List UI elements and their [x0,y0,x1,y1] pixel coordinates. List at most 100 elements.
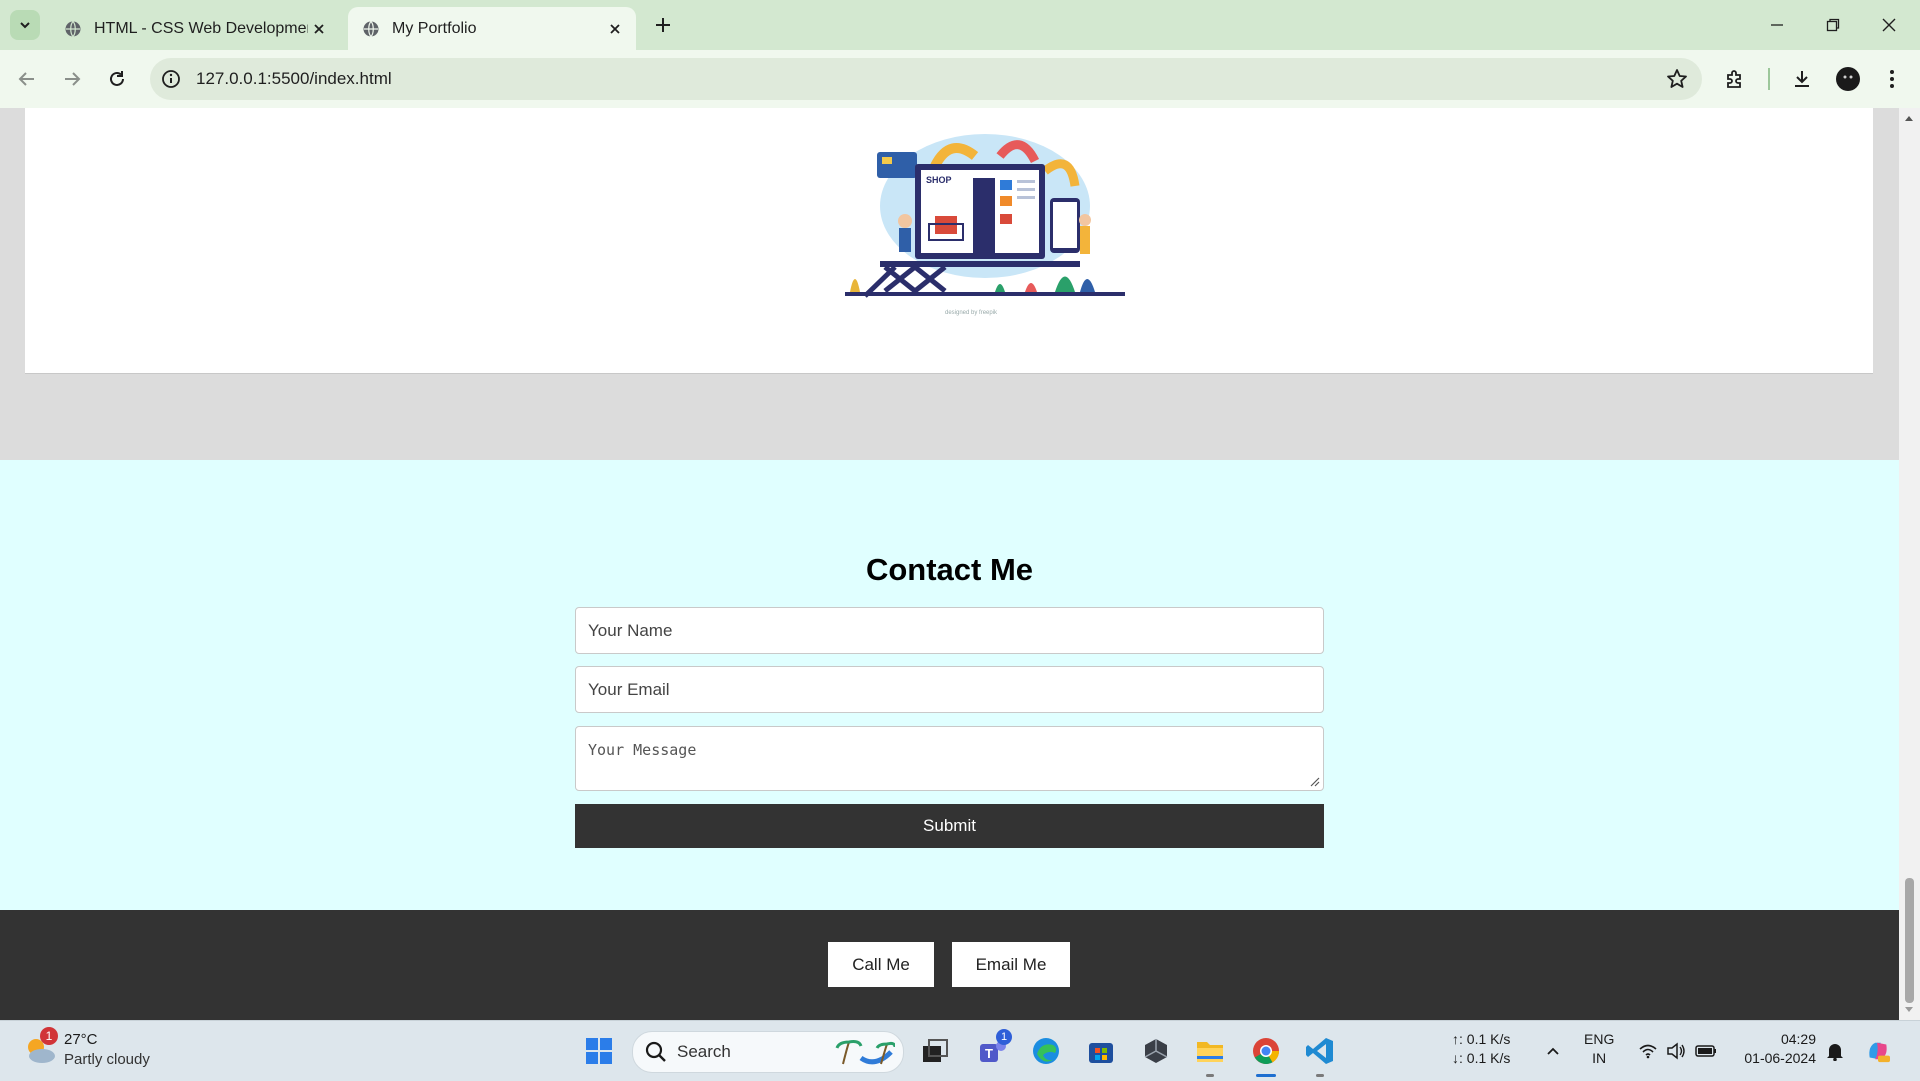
notifications-button[interactable] [1823,1039,1847,1063]
network-speed: ↑: 0.1 K/s ↓: 0.1 K/s [1452,1030,1510,1068]
message-placeholder: Your Message [588,741,697,759]
edge-button[interactable] [1026,1031,1066,1071]
store-icon [1089,1043,1113,1063]
clock-date: 01-06-2024 [1744,1050,1816,1066]
name-placeholder: Your Name [588,620,673,640]
bookmark-star-icon[interactable] [1666,68,1688,90]
wifi-button[interactable] [1636,1039,1660,1063]
contact-heading: Contact Me [865,552,1034,587]
browser-toolbar: 127.0.0.1:5500/index.html [0,50,1920,108]
tab-title: HTML - CSS Web Development [94,19,308,37]
name-input[interactable]: Your Name [575,607,1324,654]
file-explorer-running-indicator [1206,1074,1214,1077]
chrome-button[interactable] [1246,1031,1286,1071]
copilot-icon [1869,1042,1890,1063]
teams-button[interactable]: T 1 [972,1029,1012,1071]
start-button[interactable] [579,1031,619,1071]
battery-button[interactable] [1694,1039,1718,1063]
reload-button[interactable] [102,64,132,94]
message-textarea[interactable]: Your Message [575,726,1324,791]
language-indicator[interactable]: ENG IN [1584,1030,1614,1068]
scroll-down-icon[interactable] [1904,1006,1914,1014]
resize-grip-icon[interactable] [1310,777,1320,787]
search-highlight-icon [835,1040,895,1065]
chevron-up-icon [1547,1047,1559,1055]
store-button[interactable] [1081,1031,1121,1071]
scroll-up-icon[interactable] [1904,114,1914,122]
svg-text:designed by freepik: designed by freepik [945,310,998,316]
profile-button[interactable] [1833,64,1863,94]
weather-badge: 1 [40,1027,58,1045]
downloads-button[interactable] [1787,64,1817,94]
restore-icon [1826,18,1840,32]
file-explorer-button[interactable] [1190,1031,1230,1071]
copilot-button[interactable] [1866,1039,1890,1063]
vscode-button[interactable] [1300,1031,1340,1071]
teams-badge: 1 [996,1029,1012,1045]
tab-my-portfolio[interactable]: My Portfolio [348,7,636,50]
folder-icon [1197,1042,1223,1062]
taskbar-search[interactable]: Search [632,1031,904,1073]
weather-condition: Partly cloudy [64,1051,150,1068]
wifi-icon [1639,1044,1657,1059]
battery-icon [1695,1045,1716,1057]
tab-bar: HTML - CSS Web Development My Portfolio [0,0,1920,50]
tab-title: My Portfolio [392,19,477,37]
task-view-icon [923,1039,948,1062]
chevron-down-icon [20,22,30,29]
close-icon [1882,18,1896,32]
contact-section: Contact Me Your Name Your Email Your Mes… [0,460,1899,910]
globe-icon [64,20,82,38]
close-icon[interactable] [308,18,330,40]
browser-menu-button[interactable] [1877,64,1907,94]
windows-logo-icon [586,1038,612,1064]
tab-search-button[interactable] [10,10,40,40]
close-window-button[interactable] [1876,12,1902,38]
page-viewport: SHOP designed by freepik Contact Me Your… [0,108,1899,1020]
show-hidden-icons-button[interactable] [1541,1039,1565,1063]
avatar [1836,67,1860,91]
toolbar-divider [1768,68,1770,90]
back-button[interactable] [12,64,42,94]
email-input[interactable]: Your Email [575,666,1324,713]
extensions-button[interactable] [1720,64,1750,94]
globe-icon [362,20,380,38]
search-icon [645,1041,666,1062]
email-me-button[interactable]: Email Me [952,942,1070,987]
upload-speed: ↑: 0.1 K/s [1452,1031,1511,1047]
edge-icon [1033,1038,1059,1064]
forward-button[interactable] [57,64,87,94]
vscode-running-indicator [1316,1074,1324,1077]
shop-label: SHOP [926,175,952,185]
puzzle-icon [1727,70,1741,88]
vscode-icon [1306,1038,1333,1064]
task-view-button[interactable] [915,1031,955,1071]
weather-temp: 27°C [64,1031,98,1048]
restore-button[interactable] [1820,12,1846,38]
url-text[interactable]: 127.0.0.1:5500/index.html [196,69,392,89]
taskbar: 1 27°C Partly cloudy Search T 1 ↑: 0.1 K… [0,1020,1920,1081]
download-icon [1795,71,1809,87]
svg-text:T: T [985,1046,993,1061]
page-scrollbar[interactable] [1899,108,1920,1020]
email-placeholder: Your Email [588,679,670,699]
arrow-right-icon [65,72,81,86]
submit-button[interactable]: Submit [575,804,1324,848]
close-icon[interactable] [604,18,626,40]
project-card: SHOP designed by freepik [25,108,1873,374]
site-info-icon[interactable] [160,68,182,90]
weather-widget[interactable]: 1 27°C Partly cloudy [22,1027,202,1073]
arrow-left-icon [18,72,34,86]
dev-app-button[interactable] [1136,1031,1176,1071]
language-code: ENG [1584,1031,1615,1047]
clock[interactable]: 04:29 01-06-2024 [1736,1030,1816,1068]
new-tab-button[interactable] [651,13,675,37]
reload-icon [110,71,124,86]
minimize-button[interactable] [1764,12,1790,38]
tab-html-css[interactable]: HTML - CSS Web Development [50,7,340,50]
call-me-button[interactable]: Call Me [828,942,934,987]
volume-button[interactable] [1664,1039,1688,1063]
address-bar[interactable]: 127.0.0.1:5500/index.html [150,58,1702,100]
shop-illustration: SHOP designed by freepik [845,134,1125,316]
scrollbar-thumb[interactable] [1905,878,1914,1003]
